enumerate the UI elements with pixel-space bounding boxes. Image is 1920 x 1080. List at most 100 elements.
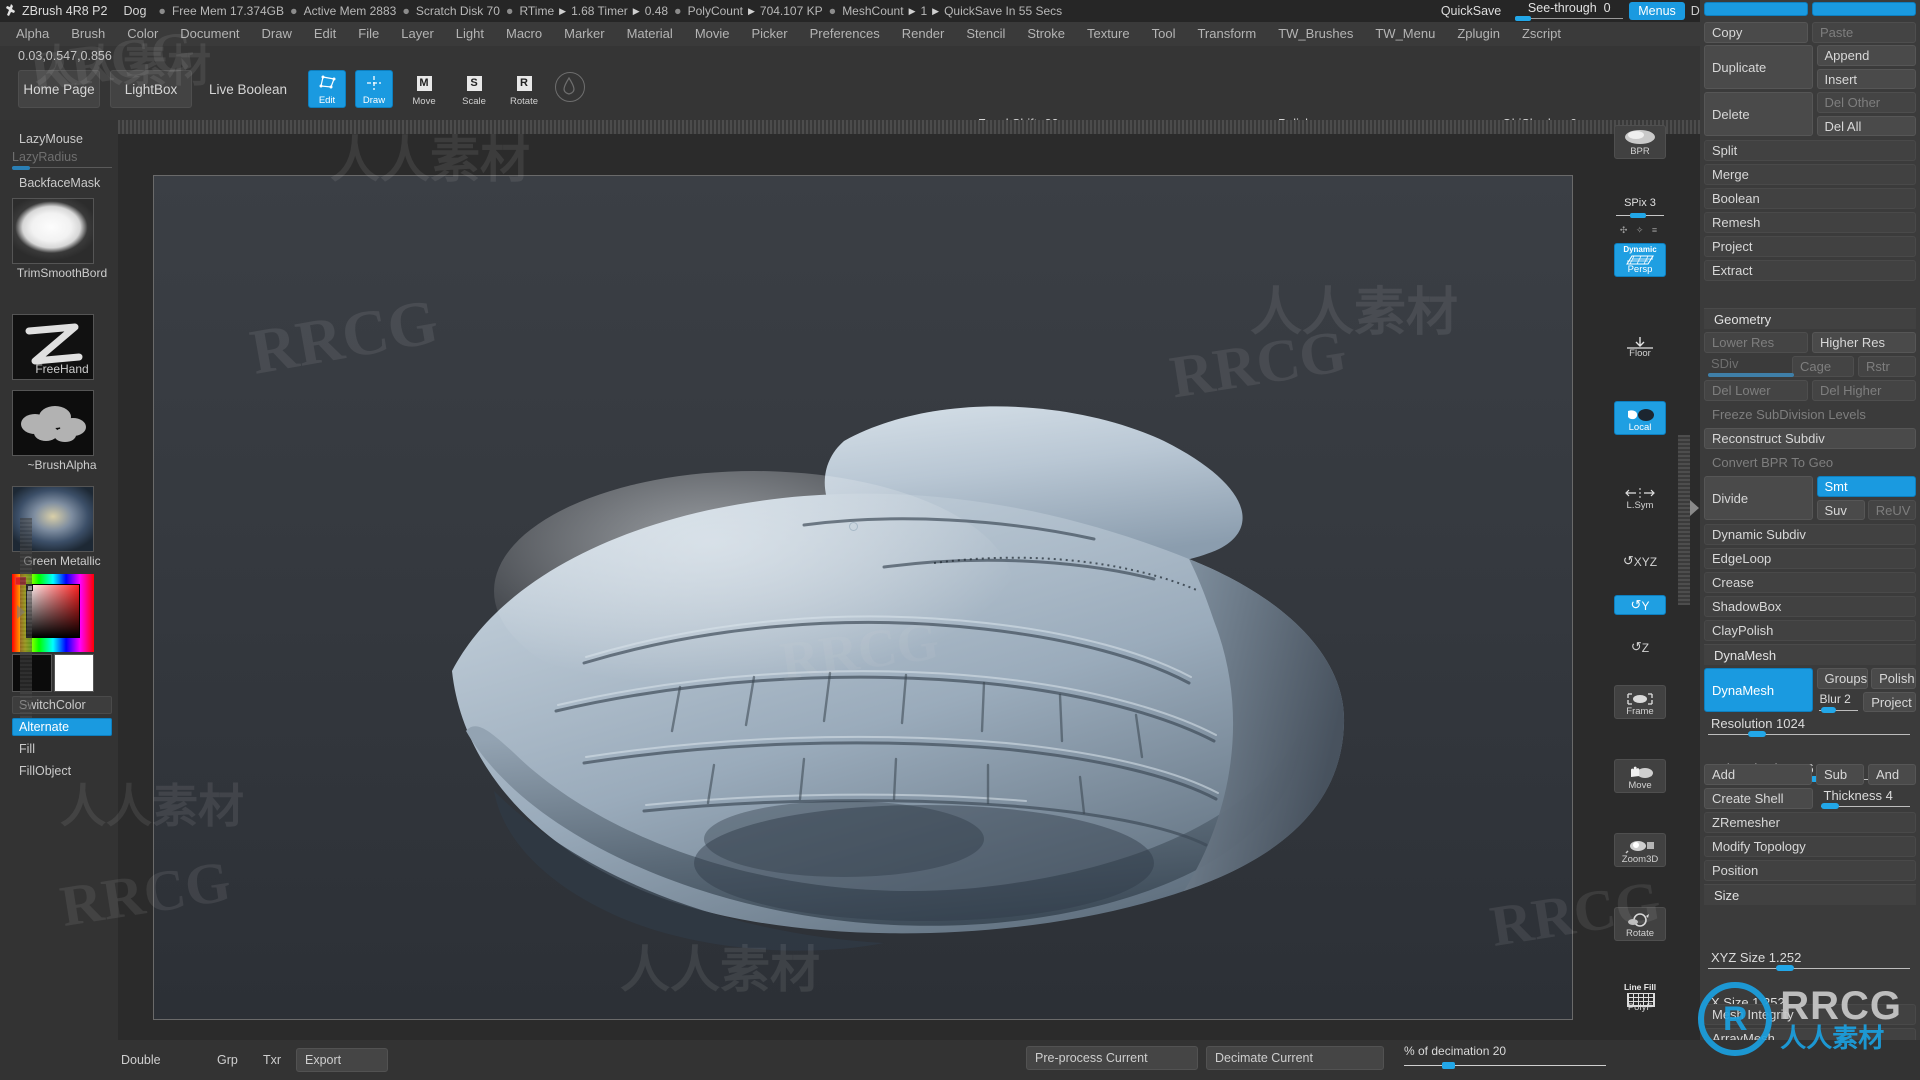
fill-button[interactable]: Fill [12,740,112,758]
sdiv-knob[interactable] [1708,373,1794,377]
menu-item-tool[interactable]: Tool [1141,22,1187,46]
decimation-percent-slider[interactable]: % of decimation 20 [1404,1044,1606,1070]
y-axis-button[interactable]: ↺Y [1614,595,1666,615]
geometry-section-header[interactable]: Geometry [1704,308,1916,329]
rotate-mode-button[interactable]: R Rotate [505,70,543,108]
menus-button[interactable]: Menus [1629,2,1685,20]
menu-item-tw-brushes[interactable]: TW_Brushes [1267,22,1364,46]
lightbox-button[interactable]: LightBox [110,70,192,108]
dynamic-subdiv-button[interactable]: Dynamic Subdiv [1704,524,1916,545]
size-section-header[interactable]: Size [1704,884,1916,905]
lower-res-button[interactable]: Lower Res [1704,332,1808,353]
scale-mode-button[interactable]: S Scale [455,70,493,108]
menu-item-draw[interactable]: Draw [251,22,303,46]
dynamesh-button[interactable]: DynaMesh [1704,668,1813,712]
xyz-size-knob[interactable] [1776,965,1794,971]
delete-button[interactable]: Delete [1704,92,1813,136]
edit-mode-button[interactable]: Edit [308,70,346,108]
grp-button[interactable]: Grp [208,1048,242,1072]
freeze-subdivision-button[interactable]: Freeze SubDivision Levels [1704,404,1916,425]
claypolish-button[interactable]: ClayPolish [1704,620,1916,641]
right-panel-collapse-arrow-icon[interactable] [1690,500,1699,516]
lazy-radius-slider[interactable]: LazyRadius [12,150,112,170]
menu-item-texture[interactable]: Texture [1076,22,1141,46]
rotate-nav-button[interactable]: Rotate [1614,907,1666,941]
crease-button[interactable]: Crease [1704,572,1916,593]
export-button[interactable]: Export [296,1048,388,1072]
dynamesh-project-button[interactable]: Project [1863,692,1916,712]
z-axis-button[interactable]: ↺Z [1614,637,1666,657]
subtool-top-left-button[interactable] [1704,2,1808,16]
thickness-slider[interactable]: Thickness 4 [1817,788,1917,809]
smt-button[interactable]: Smt [1817,476,1917,497]
decimate-current-button[interactable]: Decimate Current [1206,1046,1384,1070]
local-button[interactable]: Local [1614,401,1666,435]
modify-topology-button[interactable]: Modify Topology [1704,836,1916,857]
spix-knob[interactable] [1630,213,1646,218]
duplicate-button[interactable]: Duplicate [1704,45,1813,89]
menu-item-material[interactable]: Material [616,22,684,46]
alternate-button[interactable]: Alternate [12,718,112,736]
blur-knob[interactable] [1821,707,1836,713]
and-button[interactable]: And [1868,764,1916,785]
fill-row[interactable]: Fill [12,740,112,758]
insert-button[interactable]: Insert [1817,69,1917,89]
cage-button[interactable]: Cage [1792,356,1854,377]
convert-bpr-button[interactable]: Convert BPR To Geo [1704,452,1916,473]
shadowbox-button[interactable]: ShadowBox [1704,596,1916,617]
menu-item-marker[interactable]: Marker [553,22,615,46]
lazy-mouse-row[interactable]: LazyMouse [12,130,112,148]
fill-object-row[interactable]: FillObject [12,762,112,780]
dynamesh-resolution-knob[interactable] [1748,731,1766,737]
lazy-mouse-button[interactable]: LazyMouse [12,130,112,148]
local-symmetry-button[interactable]: L.Sym [1614,479,1666,513]
groups-button[interactable]: Groups [1817,668,1869,689]
sub-button[interactable]: Sub [1816,764,1864,785]
move-nav-button[interactable]: Move [1614,759,1666,793]
create-shell-button[interactable]: Create Shell [1704,788,1813,809]
zremesher-button[interactable]: ZRemesher [1704,812,1916,833]
divide-button[interactable]: Divide [1704,476,1813,520]
floor-button[interactable]: Floor [1614,327,1666,361]
menu-item-brush[interactable]: Brush [60,22,116,46]
brush-alpha-thumbnail[interactable] [12,390,94,456]
decimation-percent-knob[interactable] [1442,1062,1455,1069]
alpha-thumbnail[interactable] [12,198,94,264]
fill-object-button[interactable]: FillObject [12,762,112,780]
canvas-area[interactable] [118,120,1718,1040]
brush-preview-icon[interactable] [555,72,585,102]
menu-item-movie[interactable]: Movie [684,22,741,46]
bpr-button[interactable]: BPR [1614,125,1666,159]
quicksave-button[interactable]: QuickSave [1427,4,1515,18]
higher-res-button[interactable]: Higher Res [1812,332,1916,353]
add-button[interactable]: Add [1704,764,1812,785]
dynamesh-section-header[interactable]: DynaMesh [1704,644,1916,665]
suv-button[interactable]: Suv [1817,500,1865,520]
menu-item-stroke[interactable]: Stroke [1016,22,1076,46]
split-button[interactable]: Split [1704,140,1916,161]
polyframe-button[interactable]: Line Fill PolyF [1614,981,1666,1015]
live-boolean-button[interactable]: Live Boolean [200,70,296,108]
preprocess-current-button[interactable]: Pre-process Current [1026,1046,1198,1070]
txr-button[interactable]: Txr [254,1048,288,1072]
del-higher-button[interactable]: Del Higher [1812,380,1916,401]
lazy-radius-knob[interactable] [12,166,30,170]
merge-button[interactable]: Merge [1704,164,1916,185]
menu-item-light[interactable]: Light [445,22,495,46]
spix-slider[interactable]: SPix 3 [1614,197,1666,219]
see-through-slider[interactable]: See-through 0 [1515,0,1623,22]
dynamesh-polish-button[interactable]: Polish [1871,668,1916,689]
thickness-knob[interactable] [1821,803,1839,809]
double-button[interactable]: Double [112,1048,172,1072]
color-picker-gradient[interactable] [26,584,80,638]
menu-item-edit[interactable]: Edit [303,22,347,46]
remesh-button[interactable]: Remesh [1704,212,1916,233]
menu-item-stencil[interactable]: Stencil [955,22,1016,46]
menu-item-layer[interactable]: Layer [390,22,445,46]
dynamesh-resolution-slider[interactable]: Resolution 1024 [1704,716,1916,737]
menu-item-file[interactable]: File [347,22,390,46]
copy-button[interactable]: Copy [1704,22,1808,43]
menu-item-alpha[interactable]: Alpha [0,22,60,46]
menu-item-picker[interactable]: Picker [741,22,799,46]
menu-item-tw-menu[interactable]: TW_Menu [1364,22,1446,46]
